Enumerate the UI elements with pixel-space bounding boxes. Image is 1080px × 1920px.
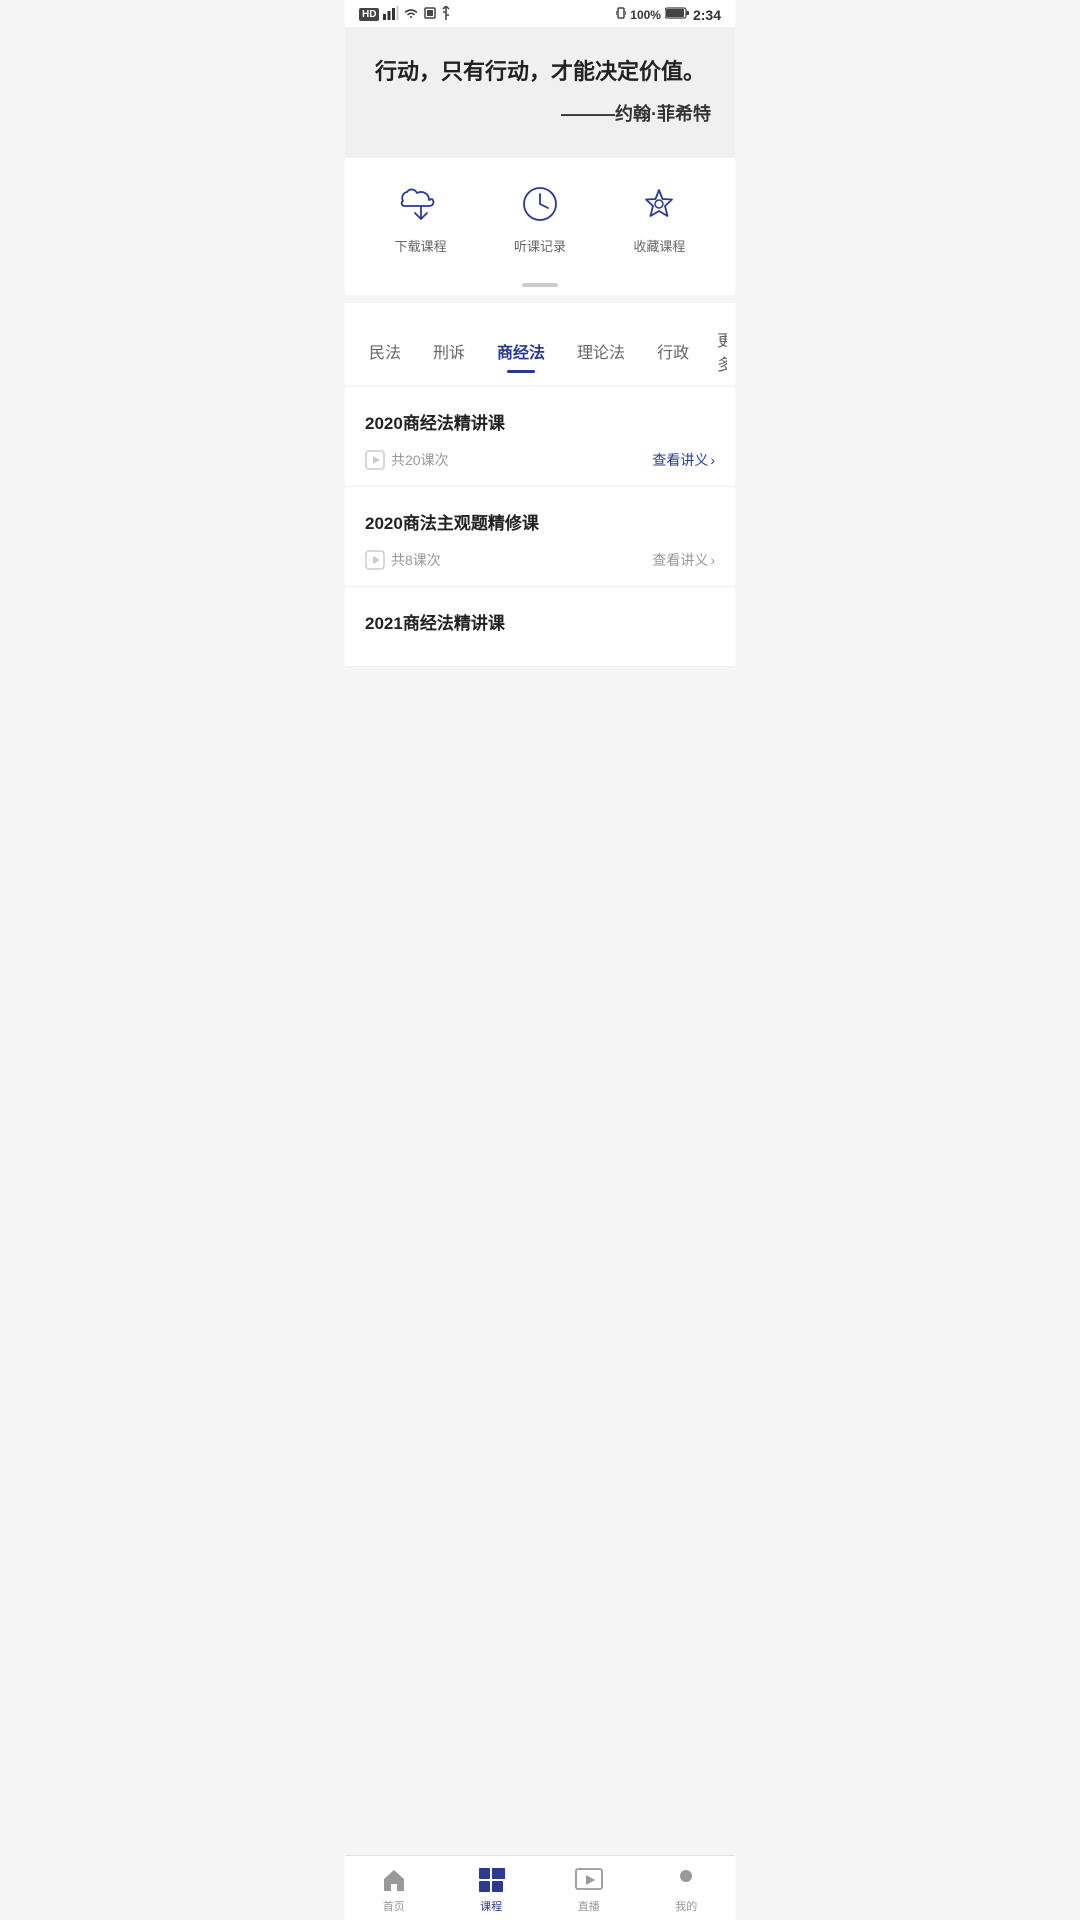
star-icon [637, 182, 681, 226]
favorites-label: 收藏课程 [633, 236, 685, 255]
action-favorites[interactable]: 收藏课程 [633, 182, 685, 255]
action-download[interactable]: 下载课程 [395, 182, 447, 255]
status-bar: HD 100% 2:34 [345, 0, 735, 27]
lessons-count-2: 共8课次 [391, 550, 441, 570]
cloud-download-icon [399, 182, 443, 226]
tabs-container: 民法 刑诉 商经法 理论法 行政 更多 [345, 303, 735, 385]
hero-section: 行动，只有行动，才能决定价值。 ———约翰·菲希特 [345, 27, 735, 158]
nav-live-label: 直播 [578, 1898, 600, 1914]
tab-more[interactable]: 更多 [705, 317, 727, 385]
status-left-icons: HD [359, 6, 451, 23]
tab-xingsu[interactable]: 刑诉 [417, 329, 481, 373]
nav-courses-label: 课程 [480, 1898, 502, 1914]
chip-icon [423, 6, 437, 23]
history-label: 听课记录 [514, 236, 566, 255]
tab-shangjingfa[interactable]: 商经法 [481, 329, 561, 373]
time-display: 2:34 [693, 7, 721, 23]
lessons-count-1: 共20课次 [391, 450, 449, 470]
quick-actions: 下载课程 听课记录 收藏课程 [345, 158, 735, 275]
scroll-indicator [345, 275, 735, 295]
nav-home[interactable]: 首页 [364, 1866, 424, 1914]
course-meta-1: 共20课次 查看讲义 › [365, 450, 715, 470]
tab-minfa[interactable]: 民法 [353, 329, 417, 373]
status-right-info: 100% 2:34 [616, 6, 721, 23]
network-icon [383, 6, 399, 23]
course-item-2[interactable]: 2020商法主观题精修课 共8课次 查看讲义 › [345, 487, 735, 587]
hero-author: ———约翰·菲希特 [369, 100, 711, 126]
scroll-dot [522, 283, 558, 287]
battery-percent: 100% [630, 8, 661, 22]
clock-icon [518, 182, 562, 226]
action-history[interactable]: 听课记录 [514, 182, 566, 255]
tab-lilunfa[interactable]: 理论法 [561, 329, 641, 373]
course-meta-2: 共8课次 查看讲义 › [365, 550, 715, 570]
course-lessons-2: 共8课次 [365, 550, 441, 570]
nav-live[interactable]: 直播 [559, 1866, 619, 1914]
tabs-row: 民法 刑诉 商经法 理论法 行政 更多 [353, 303, 727, 385]
wifi-icon [403, 7, 419, 22]
usb-icon [441, 6, 451, 23]
home-icon [380, 1866, 408, 1894]
view-notes-1[interactable]: 查看讲义 › [652, 450, 715, 470]
chevron-right-icon-1: › [710, 452, 715, 468]
nav-home-label: 首页 [383, 1898, 405, 1914]
bottom-nav: 首页 课程 直播 [345, 1855, 735, 1920]
hd-icon: HD [359, 8, 379, 21]
play-icon-1 [365, 450, 385, 470]
tab-xingzheng[interactable]: 行政 [641, 329, 705, 373]
course-lessons-1: 共20课次 [365, 450, 449, 470]
course-item-3[interactable]: 2021商经法精讲课 [345, 587, 735, 667]
course-title-1: 2020商经法精讲课 [365, 409, 715, 434]
nav-courses[interactable]: 课程 [461, 1866, 521, 1914]
courses-icon [477, 1866, 505, 1894]
course-title-3: 2021商经法精讲课 [365, 609, 715, 634]
chevron-right-icon-2: › [710, 552, 715, 568]
nav-mine-label: 我的 [675, 1898, 697, 1914]
live-icon [575, 1866, 603, 1894]
vibrate-icon [616, 6, 626, 23]
battery-icon [665, 7, 689, 22]
hero-quote: 行动，只有行动，才能决定价值。 [369, 55, 711, 88]
download-label: 下载课程 [395, 236, 447, 255]
play-icon-2 [365, 550, 385, 570]
nav-mine[interactable]: 我的 [656, 1866, 716, 1914]
course-list: 2020商经法精讲课 共20课次 查看讲义 › 2020商法主观题精修课 [345, 387, 735, 667]
course-item-1[interactable]: 2020商经法精讲课 共20课次 查看讲义 › [345, 387, 735, 487]
view-notes-2[interactable]: 查看讲义 › [652, 550, 715, 570]
user-icon [672, 1866, 700, 1894]
course-title-2: 2020商法主观题精修课 [365, 509, 715, 534]
